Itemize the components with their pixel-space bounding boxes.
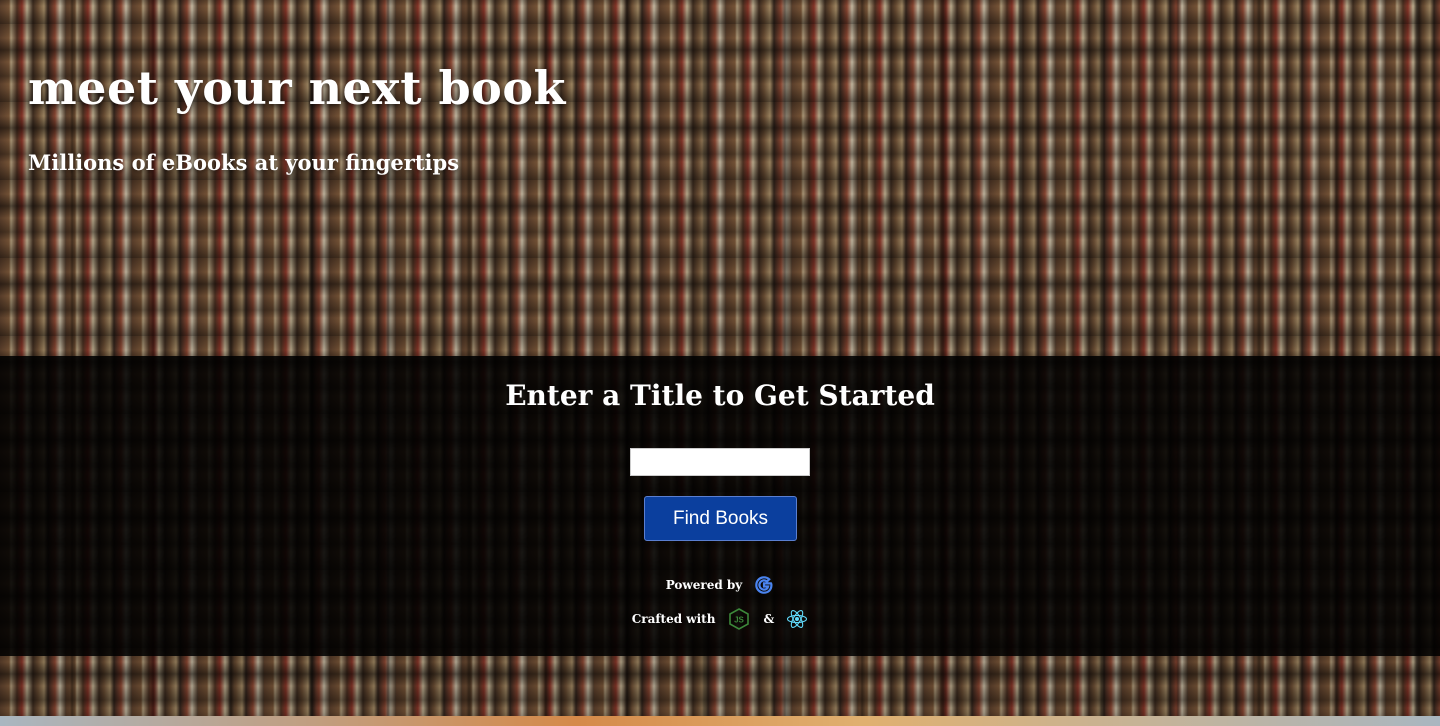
crafted-with-label: Crafted with	[631, 612, 716, 626]
hero-header: meet your next book Millions of eBooks a…	[28, 58, 566, 178]
hero-subtitle: Millions of eBooks at your fingertips	[28, 150, 460, 175]
crafted-with-row: Crafted with JS &	[0, 608, 1440, 630]
powered-by-row: Powered by	[0, 575, 1440, 595]
title-search-input[interactable]	[630, 448, 810, 476]
nodejs-icon: JS	[729, 608, 750, 630]
background-bottom-strip	[0, 716, 1440, 726]
search-panel: Enter a Title to Get Started Find Books …	[0, 356, 1440, 656]
svg-text:JS: JS	[735, 616, 745, 625]
react-icon	[786, 608, 808, 630]
hero-title: meet your next book	[28, 61, 566, 115]
powered-by-label: Powered by	[665, 578, 743, 592]
search-heading: Enter a Title to Get Started	[505, 379, 935, 412]
ampersand-separator: &	[763, 612, 775, 626]
google-icon	[754, 575, 774, 595]
find-books-button[interactable]: Find Books	[644, 496, 797, 541]
